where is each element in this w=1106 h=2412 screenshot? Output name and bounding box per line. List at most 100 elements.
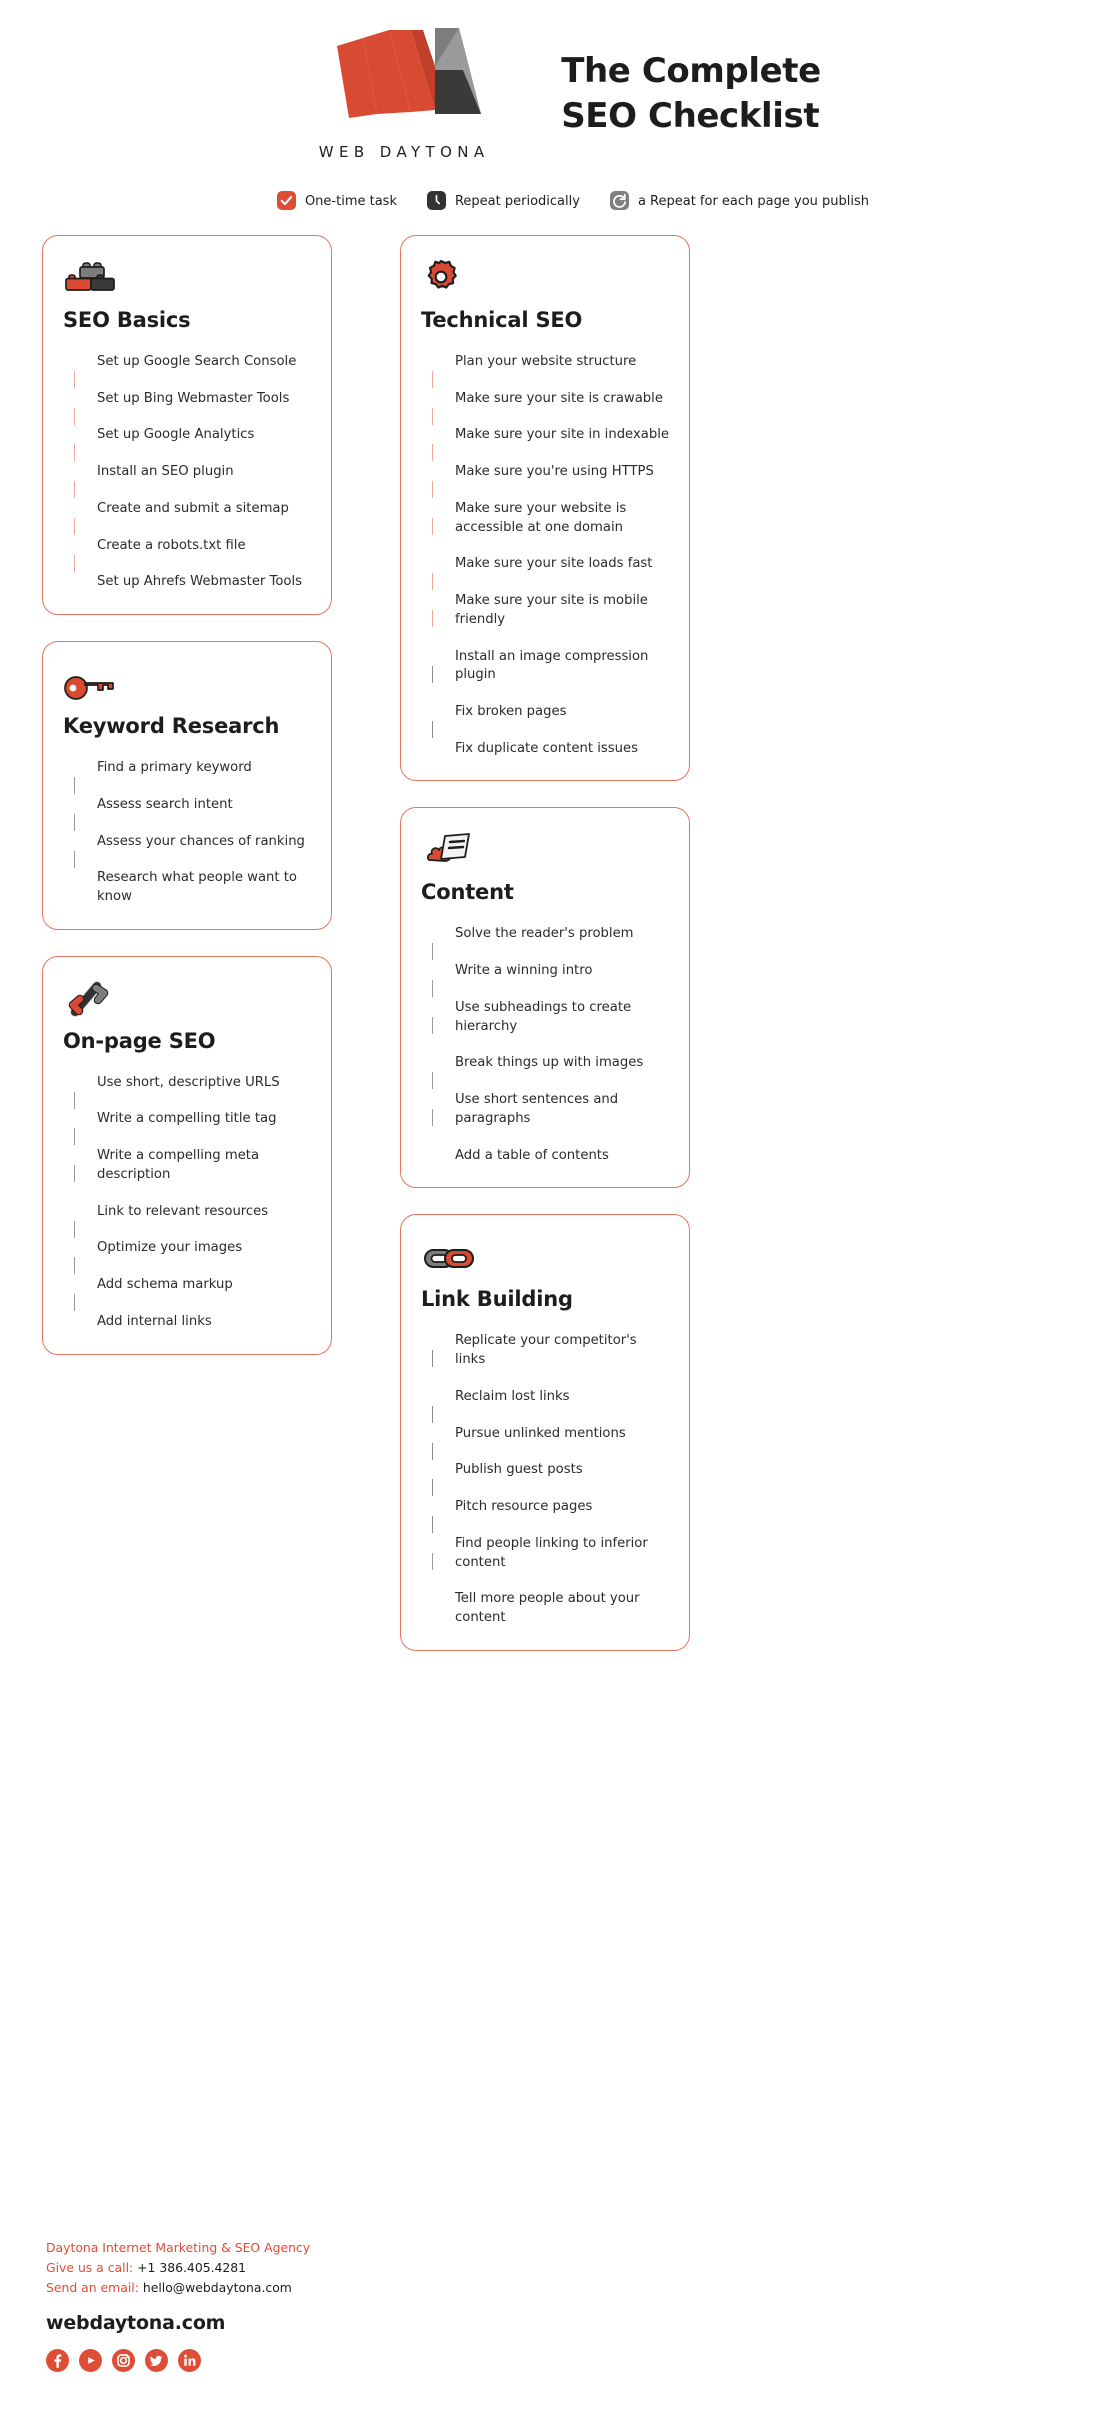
footer-email: Send an email: hello@webdaytona.com (46, 2278, 446, 2298)
list-item[interactable]: Add schema markup (65, 1275, 311, 1312)
social-links (46, 2349, 446, 2372)
list-item[interactable]: Create a robots.txt file (65, 536, 311, 573)
list-item[interactable]: Make sure your site is crawable (423, 389, 669, 426)
checklist-columns: SEO Basics Set up Google Search Console … (0, 234, 1106, 1677)
youtube-icon[interactable] (79, 2349, 102, 2372)
list-item[interactable]: Publish guest posts (423, 1460, 669, 1497)
list-item[interactable]: Assess your chances of ranking (65, 832, 311, 869)
list-item[interactable]: Set up Google Search Console (65, 352, 311, 389)
list-item[interactable]: Optimize your images (65, 1238, 311, 1275)
linkedin-icon[interactable] (178, 2349, 201, 2372)
footer-phone-label: Give us a call: (46, 2259, 134, 2275)
list-item[interactable]: Write a compelling meta description (65, 1146, 311, 1201)
list-item[interactable]: Set up Google Analytics (65, 425, 311, 462)
list-item[interactable]: Install an image compression plugin (423, 647, 669, 702)
list-item[interactable]: Make sure your site loads fast (423, 554, 669, 591)
list-item-label: Assess your chances of ranking (97, 833, 305, 849)
card-title-content: Content (421, 880, 514, 905)
title-line-2: SEO Checklist (561, 95, 820, 136)
footer-phone-value[interactable]: +1 386.405.4281 (137, 2260, 246, 2275)
list-item[interactable]: Make sure your site is mobile friendly (423, 591, 669, 646)
list-item[interactable]: Research what people want to know (65, 868, 311, 906)
instagram-icon[interactable] (112, 2349, 135, 2372)
list-item[interactable]: Assess search intent (65, 795, 311, 832)
list-item-label: Install an image compression plugin (455, 648, 649, 683)
list-item-label: Publish guest posts (455, 1462, 583, 1478)
list-item-label: Use short sentences and paragraphs (455, 1092, 619, 1126)
card-title-seo-basics: SEO Basics (63, 307, 191, 332)
list-item[interactable]: Replicate your competitor's links (423, 1331, 669, 1386)
code-slash-icon (63, 979, 311, 1017)
red-checkbox-icon (276, 191, 296, 210)
list-item[interactable]: Set up Ahrefs Webmaster Tools (65, 572, 311, 592)
gear-icon (421, 258, 669, 296)
legend-item-one-time: One-time task (276, 191, 397, 211)
twitter-icon[interactable] (145, 2349, 168, 2372)
list-item-label: Find a primary keyword (97, 760, 252, 776)
list-item[interactable]: Install an SEO plugin (65, 462, 311, 499)
card-seo-basics: SEO Basics Set up Google Search Console … (42, 234, 332, 616)
list-item-label: Create and submit a sitemap (97, 500, 289, 516)
list-item[interactable]: Use short, descriptive URLS (65, 1073, 311, 1110)
list-item[interactable]: Reclaim lost links (423, 1387, 669, 1424)
key-icon (63, 664, 311, 702)
list-item-label: Fix broken pages (455, 704, 567, 720)
footer: Daytona Internet Marketing & SEO Agency … (46, 2238, 446, 2372)
list-item-label: Write a winning intro (455, 963, 593, 979)
list-item[interactable]: Tell more people about your content (423, 1589, 669, 1627)
legend-label-per-page: a Repeat for each page you publish (637, 194, 870, 209)
card-link-building: Link Building Replicate your competitor'… (400, 1214, 690, 1651)
footer-email-value[interactable]: hello@webdaytona.com (143, 2280, 292, 2295)
list-item-label: Make sure your site in indexable (455, 427, 669, 443)
list-item-label: Make sure your site loads fast (455, 556, 653, 572)
list-item[interactable]: Make sure your website is accessible at … (423, 499, 669, 554)
legend-label-periodic: Repeat periodically (454, 194, 580, 209)
list-item-label: Create a robots.txt file (97, 537, 246, 553)
card-keyword-research: Keyword Research Find a primary keyword … (42, 641, 332, 930)
list-item[interactable]: Find people linking to inferior content (423, 1534, 669, 1589)
list-item-label: Set up Ahrefs Webmaster Tools (97, 574, 303, 590)
list-item[interactable]: Set up Bing Webmaster Tools (65, 389, 311, 426)
left-column: SEO Basics Set up Google Search Console … (42, 234, 332, 1381)
list-item[interactable]: Use subheadings to create hierarchy (423, 998, 669, 1053)
list-item[interactable]: Create and submit a sitemap (65, 499, 311, 536)
list-item[interactable]: Solve the reader's problem (423, 924, 669, 961)
list-item-label: Add internal links (97, 1313, 212, 1329)
list-item[interactable]: Write a compelling title tag (65, 1109, 311, 1146)
facebook-icon[interactable] (46, 2349, 69, 2372)
list-item[interactable]: Add internal links (65, 1312, 311, 1332)
list-item[interactable]: Add a table of contents (423, 1146, 669, 1166)
chain-link-icon (421, 1237, 669, 1275)
dark-clock-icon (426, 191, 446, 210)
list-item[interactable]: Pitch resource pages (423, 1497, 669, 1534)
list-item[interactable]: Pursue unlinked mentions (423, 1424, 669, 1461)
checklist-link-building: Replicate your competitor's links Reclai… (421, 1331, 669, 1627)
list-item[interactable]: Plan your website structure (423, 352, 669, 389)
list-item-label: Find people linking to inferior content (455, 1535, 648, 1570)
list-item-label: Research what people want to know (97, 870, 297, 905)
list-item[interactable]: Fix broken pages (423, 702, 669, 739)
list-item[interactable]: Break things up with images (423, 1053, 669, 1090)
list-item[interactable]: Make sure your site in indexable (423, 425, 669, 462)
list-item-label: Optimize your images (97, 1240, 243, 1256)
list-item-label: Make sure your website is accessible at … (455, 500, 627, 535)
list-item-label: Set up Google Search Console (97, 353, 297, 369)
right-column: Technical SEO Plan your website structur… (400, 234, 690, 1677)
checklist-technical-seo: Plan your website structure Make sure yo… (421, 352, 669, 759)
footer-website[interactable]: webdaytona.com (46, 2312, 446, 2334)
list-item-label: Link to relevant resources (97, 1203, 269, 1219)
list-item-label: Make sure your site is crawable (455, 390, 663, 406)
list-item-label: Set up Google Analytics (97, 427, 255, 443)
list-item[interactable]: Write a winning intro (423, 961, 669, 998)
gray-refresh-icon (609, 191, 629, 210)
web-daytona-wa-logo-icon (337, 28, 482, 118)
list-item[interactable]: Use short sentences and paragraphs (423, 1090, 669, 1145)
list-item[interactable]: Fix duplicate content issues (423, 739, 669, 759)
list-item-label: Pursue unlinked mentions (455, 1425, 626, 1441)
list-item[interactable]: Find a primary keyword (65, 758, 311, 795)
burning-document-icon (421, 830, 669, 868)
list-item[interactable]: Link to relevant resources (65, 1202, 311, 1239)
card-title-keyword-research: Keyword Research (63, 714, 280, 739)
list-item-label: Tell more people about your content (455, 1591, 640, 1625)
list-item[interactable]: Make sure you're using HTTPS (423, 462, 669, 499)
